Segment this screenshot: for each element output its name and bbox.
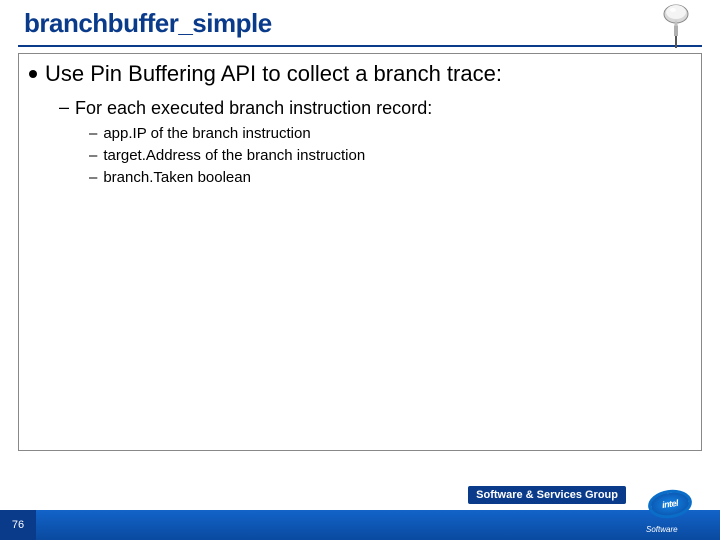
intel-logo: intel Software (646, 488, 706, 534)
intel-wordmark: intel (661, 498, 678, 510)
bullet-text: target.Address of the branch instruction (103, 147, 365, 165)
bullet-text: branch.Taken boolean (103, 169, 251, 187)
content-box: Use Pin Buffering API to collect a branc… (18, 53, 702, 451)
pushpin-icon (656, 2, 696, 52)
page-number: 76 (12, 519, 24, 531)
bullet-level-3: – target.Address of the branch instructi… (19, 143, 701, 165)
footer-group-label: Software & Services Group (468, 486, 626, 504)
page-number-box: 76 (0, 510, 36, 540)
slide-title: branchbuffer_simple (24, 8, 720, 39)
bullet-dash-icon: – (59, 98, 69, 118)
bullet-level-3: – branch.Taken boolean (19, 165, 701, 187)
title-bar: branchbuffer_simple (0, 0, 720, 43)
footer: Software & Services Group 76 intel Softw… (0, 480, 720, 540)
bullet-dash-icon: – (89, 147, 97, 164)
bullet-text: For each executed branch instruction rec… (75, 98, 432, 120)
bullet-level-1: Use Pin Buffering API to collect a branc… (19, 60, 701, 92)
bullet-text: app.IP of the branch instruction (103, 125, 310, 143)
intel-subbrand: Software (646, 525, 678, 534)
footer-gradient (36, 510, 720, 540)
bullet-dot-icon (29, 70, 37, 78)
bullet-level-2: – For each executed branch instruction r… (19, 92, 701, 122)
bullet-dash-icon: – (89, 169, 97, 186)
footer-bar: 76 (0, 510, 720, 540)
title-underline (18, 45, 702, 47)
intel-oval-icon: intel (646, 487, 693, 521)
bullet-dash-icon: – (89, 125, 97, 142)
bullet-text: Use Pin Buffering API to collect a branc… (45, 60, 502, 88)
slide: branchbuffer_simple Use Pin Buffering AP… (0, 0, 720, 540)
bullet-level-3: – app.IP of the branch instruction (19, 121, 701, 143)
